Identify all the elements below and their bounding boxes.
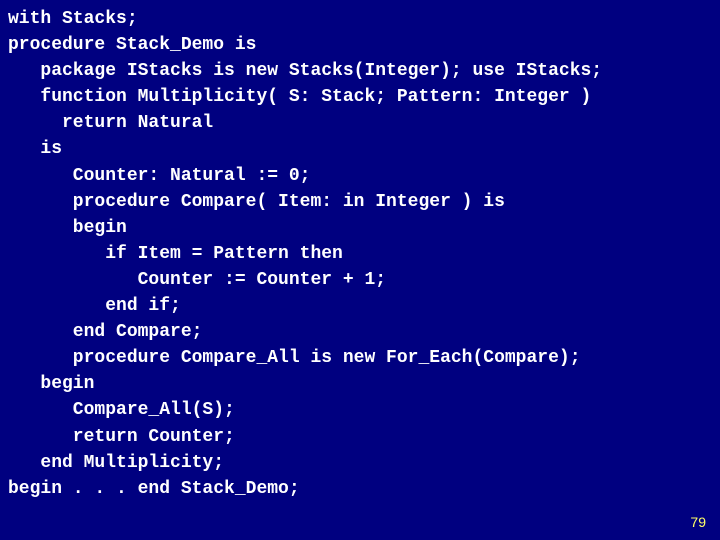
code-block: with Stacks; procedure Stack_Demo is pac…: [8, 6, 712, 502]
page-number: 79: [690, 512, 706, 532]
